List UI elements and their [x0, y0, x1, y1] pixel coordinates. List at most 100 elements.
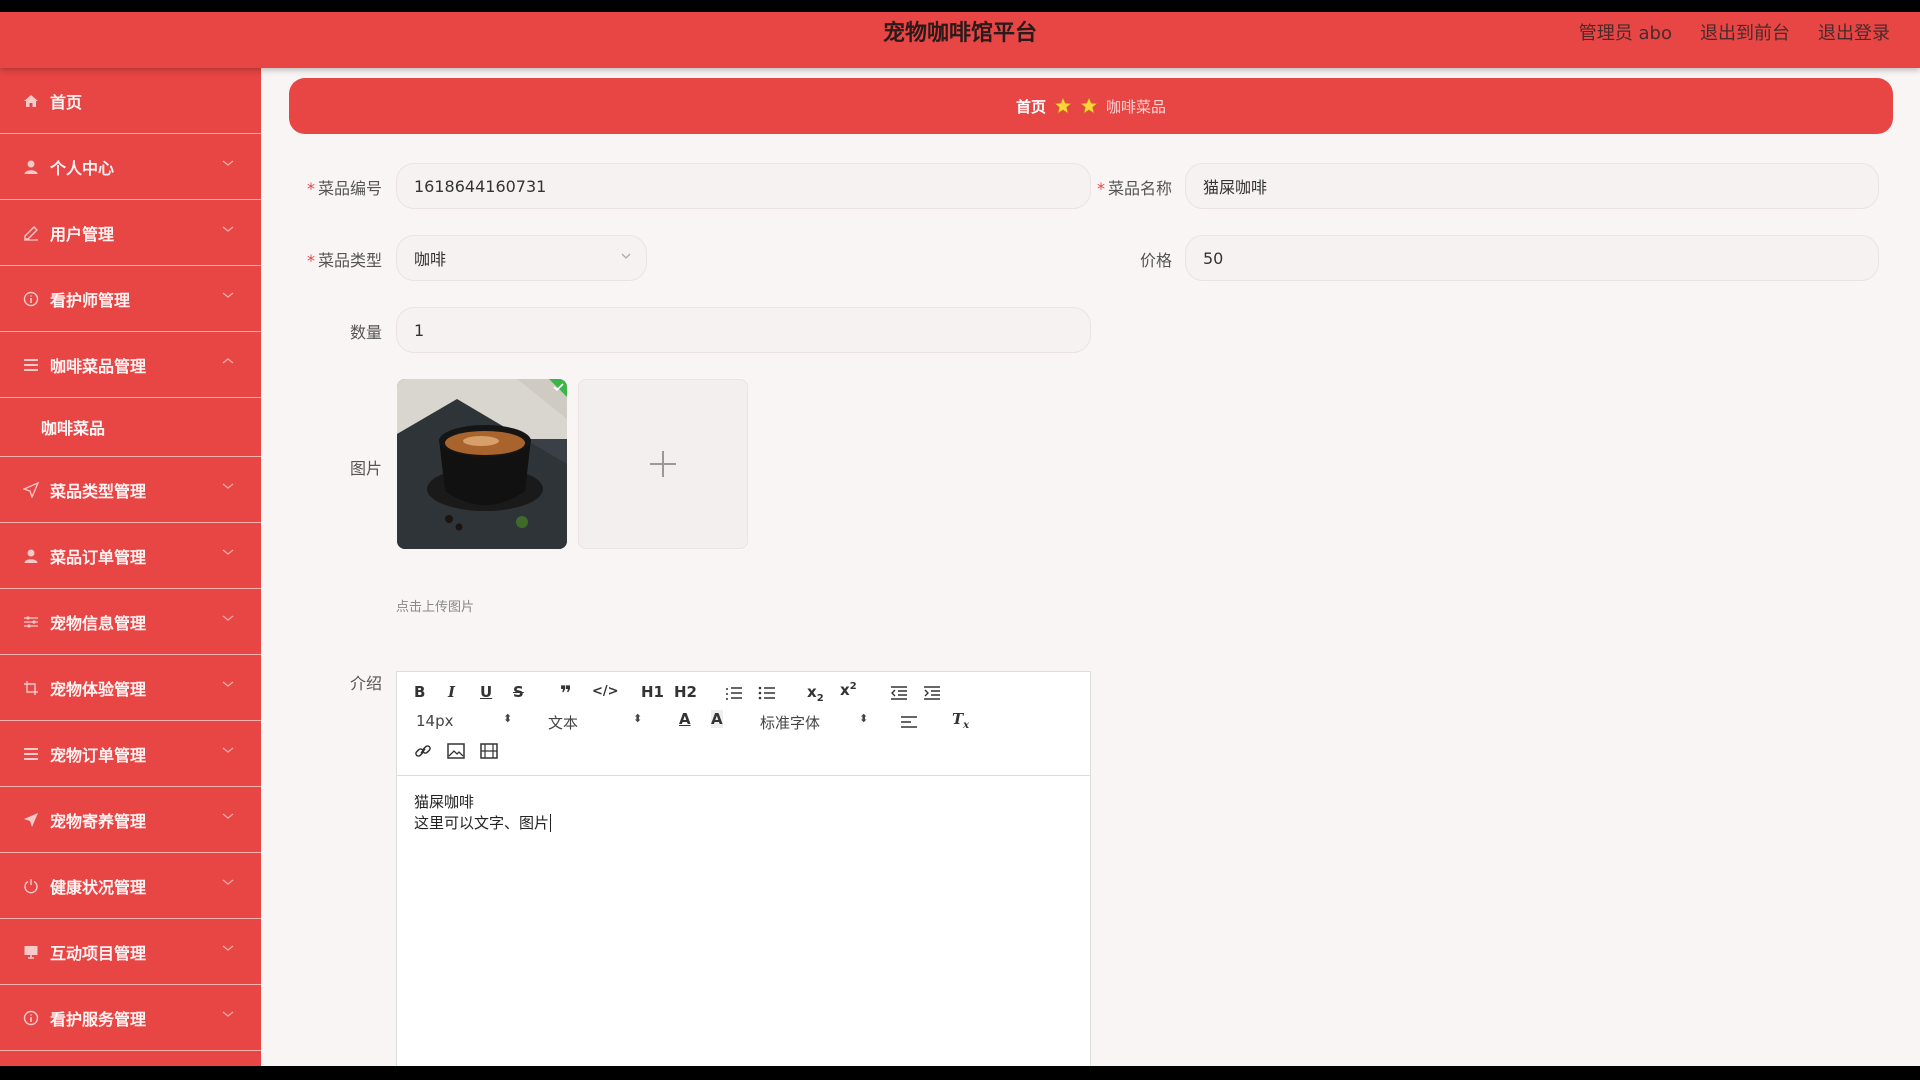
image-icon[interactable] — [447, 743, 465, 759]
chevron-down-icon — [222, 160, 234, 166]
align-left-icon[interactable] — [900, 715, 918, 729]
chevron-down-icon — [222, 615, 234, 621]
sidebar-item-label: 菜品类型管理 — [50, 481, 147, 501]
edit-icon — [22, 224, 40, 242]
code-label: * 菜品编号 — [306, 179, 382, 198]
code-input[interactable]: 1618644160731 — [396, 163, 1091, 209]
info-circle-icon — [22, 1009, 40, 1027]
blockquote-icon[interactable]: ❞ — [560, 681, 572, 705]
chevron-down-icon — [222, 549, 234, 555]
sidebar-item-label: 健康状况管理 — [50, 877, 147, 897]
sidebar-item-label: 看护师管理 — [50, 290, 131, 310]
strike-button[interactable]: S — [513, 683, 524, 701]
sidebar-item-dish-types[interactable]: 菜品类型管理 — [0, 457, 261, 523]
sidebar-item-interactive[interactable]: 互动项目管理 — [0, 919, 261, 985]
font-size-select[interactable]: 14px — [416, 712, 454, 730]
chevron-down-icon — [222, 1011, 234, 1017]
clear-format-icon[interactable]: Tx — [952, 710, 969, 731]
sidebar-item-pet-experience[interactable]: 宠物体验管理 — [0, 655, 261, 721]
sidebar-item-label: 宠物信息管理 — [50, 613, 147, 633]
editor-content-line: 这里可以文字、图片 — [414, 814, 552, 832]
sidebar-item-label: 宠物体验管理 — [50, 679, 147, 699]
qty-input[interactable]: 1 — [396, 307, 1091, 353]
sidebar-item-pet-orders[interactable]: 宠物订单管理 — [0, 721, 261, 787]
block-format-select[interactable]: 文本 — [548, 712, 578, 733]
sidebar-item-label: 菜品订单管理 — [50, 547, 147, 567]
image-label: 图片 — [349, 459, 382, 478]
price-label: 价格 — [1139, 251, 1172, 270]
sliders-icon — [22, 613, 40, 631]
code-block-icon[interactable]: </> — [592, 684, 619, 699]
list-icon — [22, 356, 40, 374]
back-to-front-link[interactable]: 退出到前台 — [1700, 12, 1790, 56]
video-icon[interactable] — [480, 743, 498, 759]
sidebar-item-label: 看护服务管理 — [50, 1009, 147, 1029]
italic-button[interactable]: I — [448, 683, 455, 701]
power-icon — [22, 877, 40, 895]
intro-label: 介绍 — [349, 674, 382, 693]
subscript-button[interactable]: x2 — [807, 683, 824, 704]
sidebar-item-caregivers[interactable]: 看护师管理 — [0, 266, 261, 332]
link-icon[interactable] — [414, 742, 432, 760]
sidebar-item-pet-boarding[interactable]: 宠物寄养管理 — [0, 787, 261, 853]
admin-user-label: 管理员 abo — [1578, 23, 1672, 44]
uploaded-image[interactable] — [397, 379, 567, 549]
sidebar-item-label: 个人中心 — [50, 158, 115, 178]
upload-tip: 点击上传图片 — [396, 600, 475, 615]
chevron-down-icon — [222, 945, 234, 951]
upload-add-button[interactable] — [578, 379, 748, 549]
sidebar-item-pet-info[interactable]: 宠物信息管理 — [0, 589, 261, 655]
rich-text-editor: B I U S ❞ </> H1 H2 x2 x2 14px ⬍ 文本 ⬍ A … — [396, 671, 1091, 1066]
font-family-arrows-icon: ⬍ — [859, 712, 869, 725]
breadcrumb-home[interactable]: 首页 — [1016, 96, 1046, 117]
underline-button[interactable]: U — [480, 683, 492, 701]
chevron-up-icon — [222, 358, 234, 364]
breadcrumb: 首页 咖啡菜品 — [289, 78, 1893, 134]
monitor-icon — [22, 943, 40, 961]
h2-button[interactable]: H2 — [674, 683, 697, 701]
sidebar-item-label: 首页 — [50, 92, 83, 112]
sidebar-item-users[interactable]: 用户管理 — [0, 200, 261, 266]
font-color-icon[interactable]: A — [679, 710, 691, 728]
sidebar-item-health[interactable]: 健康状况管理 — [0, 853, 261, 919]
header-actions: 管理员 abo 退出到前台 退出登录 — [1579, 12, 1890, 56]
sidebar-item-coffee-dishes[interactable]: 咖啡菜品管理 — [0, 332, 261, 398]
font-family-select[interactable]: 标准字体 — [760, 712, 820, 733]
chevron-down-icon — [222, 747, 234, 753]
sidebar-item-label: 宠物寄养管理 — [50, 811, 147, 831]
superscript-button[interactable]: x2 — [840, 681, 857, 699]
info-circle-icon — [22, 290, 40, 308]
type-select-value: 咖啡 — [414, 250, 447, 269]
chevron-down-icon — [222, 681, 234, 687]
editor-content[interactable]: 猫屎咖啡 这里可以文字、图片 — [397, 776, 1090, 850]
plus-icon — [650, 451, 676, 477]
editor-content-line: 猫屎咖啡 — [414, 793, 475, 811]
h1-button[interactable]: H1 — [641, 683, 664, 701]
background-color-icon[interactable]: A — [711, 710, 723, 728]
home-icon — [22, 92, 40, 110]
type-select[interactable]: 咖啡 — [396, 235, 647, 281]
sidebar-item-label: 用户管理 — [50, 224, 115, 244]
price-input[interactable]: 50 — [1185, 235, 1879, 281]
ordered-list-icon[interactable] — [725, 685, 743, 701]
indent-icon[interactable] — [923, 685, 941, 701]
name-input[interactable]: 猫屎咖啡 — [1185, 163, 1879, 209]
chevron-down-icon — [222, 226, 234, 232]
sidebar-item-dish-orders[interactable]: 菜品订单管理 — [0, 523, 261, 589]
sidebar-item-care-services[interactable]: 看护服务管理 — [0, 985, 261, 1051]
sidebar-subitem-coffee-dish[interactable]: 咖啡菜品 — [0, 398, 261, 457]
sidebar-item-personal[interactable]: 个人中心 — [0, 134, 261, 200]
bold-button[interactable]: B — [414, 683, 425, 701]
send-icon — [22, 481, 40, 499]
sidebar-item-label: 互动项目管理 — [50, 943, 147, 963]
chevron-down-icon — [621, 253, 631, 259]
send-icon — [22, 811, 40, 829]
chevron-down-icon — [222, 483, 234, 489]
name-label: * 菜品名称 — [1096, 179, 1172, 198]
outdent-icon[interactable] — [890, 685, 908, 701]
user-icon — [22, 158, 40, 176]
sidebar-item-home[interactable]: 首页 — [0, 68, 261, 134]
bullet-list-icon[interactable] — [758, 685, 776, 701]
block-format-arrows-icon: ⬍ — [633, 712, 643, 725]
logout-link[interactable]: 退出登录 — [1818, 12, 1890, 56]
